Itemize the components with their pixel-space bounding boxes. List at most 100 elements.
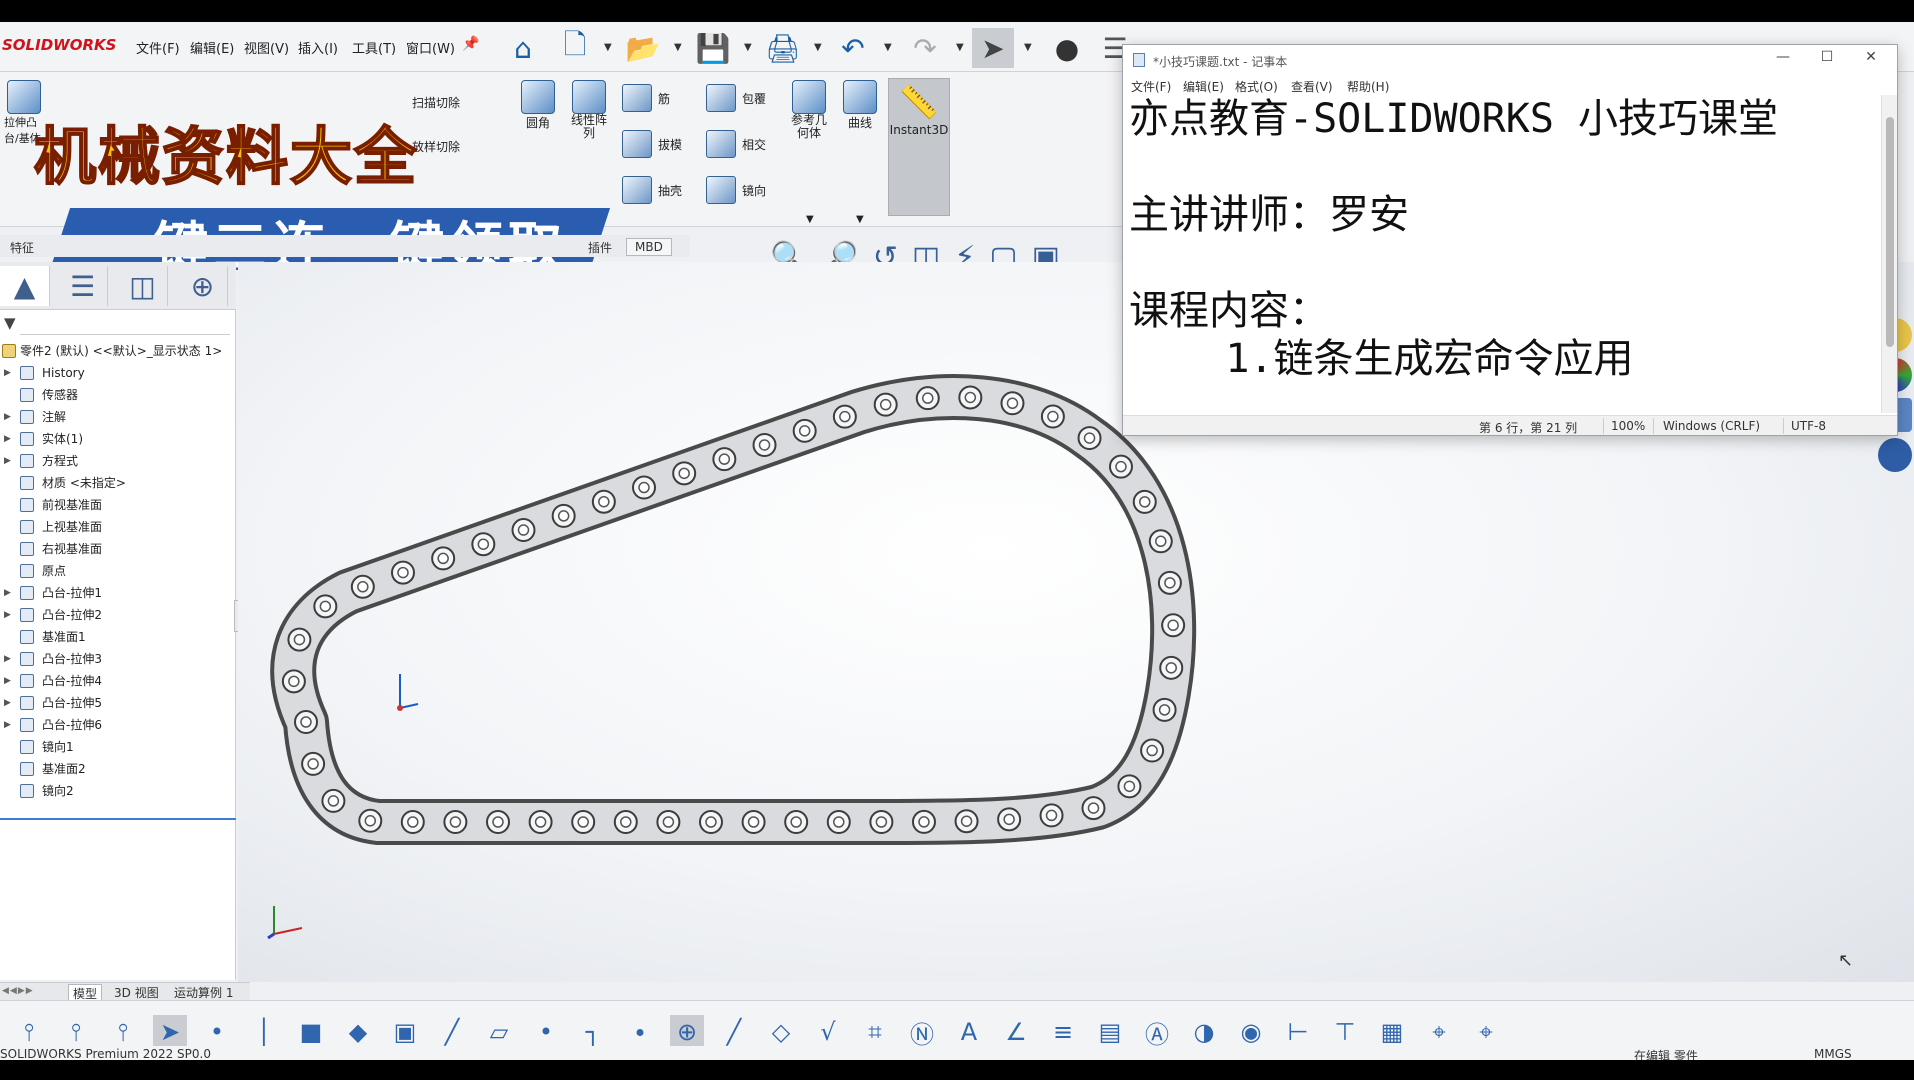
chevron-down-icon[interactable]: ▼ [744, 42, 752, 53]
mirror-button[interactable]: 镜向 [706, 176, 766, 204]
tab-motion-study[interactable]: 运动算例 1 [170, 984, 237, 1001]
fillet-button[interactable]: 圆角 [518, 80, 558, 131]
linear-pattern-button[interactable]: 线性阵列 [566, 80, 612, 140]
tree-node[interactable]: ▶ 凸台-拉伸1 [0, 582, 236, 604]
notepad-menu-file[interactable]: 文件(F) [1131, 78, 1171, 95]
curves-button[interactable]: 曲线 [840, 80, 880, 131]
filter-midpoints-icon[interactable]: ∙ [623, 1015, 657, 1049]
notepad-menu-format[interactable]: 格式(O) [1235, 78, 1278, 95]
filter-cosmetic-threads-icon[interactable]: ≡ [1046, 1015, 1080, 1049]
home-icon[interactable]: ⌂ [502, 28, 544, 68]
expand-arrow-icon[interactable]: ▶ [4, 670, 11, 692]
rebuild-traffic-light-icon[interactable]: ● [1046, 28, 1088, 68]
new-document-icon[interactable]: 🗋 [554, 28, 596, 68]
chevron-down-icon[interactable]: ▼ [1024, 42, 1032, 53]
notepad-titlebar[interactable]: *小技巧课题.txt - 记事本 — ☐ ✕ [1123, 45, 1897, 75]
reference-geometry-button[interactable]: 参考几何体 [786, 80, 832, 140]
chevron-down-icon[interactable]: ▼ [884, 42, 892, 53]
tree-node[interactable]: 镜向1 [0, 736, 236, 758]
menu-window[interactable]: 窗口(W) [406, 38, 455, 57]
filter-notes-icon[interactable]: Ⓝ [905, 1015, 939, 1049]
propertymanager-tab-icon[interactable]: ☰ [58, 266, 108, 306]
tree-node[interactable]: 基准面1 [0, 626, 236, 648]
expand-arrow-icon[interactable]: ▶ [4, 714, 11, 736]
tree-node[interactable]: 右视基准面 [0, 538, 236, 560]
select-pointer-icon[interactable]: ➤ [972, 28, 1014, 68]
close-icon[interactable]: ✕ [1851, 49, 1891, 71]
filter-geometric-tolerance-icon[interactable]: ⌗ [858, 1015, 892, 1049]
tree-node[interactable]: 前视基准面 [0, 494, 236, 516]
maximize-icon[interactable]: ☐ [1807, 49, 1847, 71]
open-icon[interactable]: 📂 [622, 28, 664, 68]
tab-addins[interactable]: 插件 [580, 238, 620, 257]
undo-icon[interactable]: ↶ [832, 28, 874, 68]
notepad-menu-help[interactable]: 帮助(H) [1347, 78, 1389, 95]
filter-centerlines-icon[interactable]: ╱ [717, 1015, 751, 1049]
pin-icon[interactable]: 📌 [462, 36, 479, 52]
tree-node[interactable]: ▶ History [0, 362, 236, 384]
filter-sketch-points-icon[interactable]: • [529, 1015, 563, 1049]
filter-mass-center-icon[interactable]: ◉ [1234, 1015, 1268, 1049]
tree-root[interactable]: 零件2 (默认) <<默认>_显示状态 1> [0, 340, 236, 362]
tree-node[interactable]: ▶ 实体(1) [0, 428, 236, 450]
filter-icon[interactable]: ▼ [4, 314, 16, 332]
filter-dimensions-icon[interactable]: ◇ [764, 1015, 798, 1049]
intersect-button[interactable]: 相交 [706, 130, 766, 158]
redo-icon[interactable]: ↷ [904, 28, 946, 68]
chevron-down-icon[interactable]: ▼ [806, 214, 814, 225]
tree-node[interactable]: 原点 [0, 560, 236, 582]
rollback-bar[interactable] [0, 818, 236, 820]
featuremanager-tab-icon[interactable]: ▲ [0, 266, 50, 306]
shell-button[interactable]: 抽壳 [622, 176, 682, 204]
instant3d-button[interactable]: 📏 Instant3D [888, 78, 950, 216]
chevron-down-icon[interactable]: ▼ [856, 214, 864, 225]
lofted-cut-button[interactable]: 放样切除 [412, 138, 460, 155]
clear-filters-icon[interactable]: ⫯ [106, 1015, 140, 1049]
tree-node[interactable]: ▶ 凸台-拉伸3 [0, 648, 236, 670]
filter-axes-icon[interactable]: ╱ [435, 1015, 469, 1049]
swept-cut-button[interactable]: 扫描切除 [412, 94, 460, 111]
chevron-down-icon[interactable]: ▼ [814, 42, 822, 53]
tree-node[interactable]: ▶ 注解 [0, 406, 236, 428]
notepad-menu-edit[interactable]: 编辑(E) [1183, 78, 1224, 95]
filter-toggle-icon[interactable]: ⫯ [12, 1015, 46, 1049]
expand-arrow-icon[interactable]: ▶ [4, 362, 11, 384]
filter-input[interactable] [20, 334, 230, 335]
chevron-down-icon[interactable]: ▼ [604, 42, 612, 53]
unit-system[interactable]: MMGS [1814, 1047, 1852, 1061]
filter-faces-icon[interactable]: ■ [294, 1015, 328, 1049]
expand-arrow-icon[interactable]: ▶ [4, 648, 11, 670]
filter-blocks-icon[interactable]: ▤ [1093, 1015, 1127, 1049]
tree-node[interactable]: 材质 <未指定> [0, 472, 236, 494]
tab-3d-view[interactable]: 3D 视图 [110, 984, 163, 1001]
draft-button[interactable]: 拔模 [622, 130, 682, 158]
tree-node[interactable]: 上视基准面 [0, 516, 236, 538]
filter-graphics-body-icon[interactable]: ⌖ [1469, 1015, 1503, 1049]
tab-feature[interactable]: 特征 [2, 238, 42, 257]
expand-arrow-icon[interactable]: ▶ [4, 582, 11, 604]
menu-file[interactable]: 文件(F) [136, 38, 180, 57]
filter-center-marks-icon[interactable]: ⊕ [670, 1015, 704, 1049]
notepad-text-area[interactable]: 亦点教育-SOLIDWORKS 小技巧课堂 主讲讲师：罗安 课程内容： 1.链条… [1123, 95, 1881, 413]
tab-nav-arrows-icon[interactable]: ◀◀▶▶ [2, 986, 34, 996]
filter-sketch-segments-icon[interactable]: ┐ [576, 1015, 610, 1049]
menu-insert[interactable]: 插入(I) [298, 38, 338, 57]
chevron-down-icon[interactable]: ▼ [674, 42, 682, 53]
expand-arrow-icon[interactable]: ▶ [4, 406, 11, 428]
filter-routing-points-icon[interactable]: ⊢ [1281, 1015, 1315, 1049]
tree-node[interactable]: 基准面2 [0, 758, 236, 780]
filter-surface-bodies-icon[interactable]: ◆ [341, 1015, 375, 1049]
tree-node[interactable]: 镜向2 [0, 780, 236, 802]
notepad-menu-view[interactable]: 查看(V) [1291, 78, 1333, 95]
tree-node[interactable]: ▶ 凸台-拉伸4 [0, 670, 236, 692]
dimxpert-tab-icon[interactable]: ⊕ [178, 266, 228, 306]
filter-connection-points-icon[interactable]: ⊤ [1328, 1015, 1362, 1049]
filter-toolbar-icon[interactable]: ⫯ [59, 1015, 93, 1049]
filter-solid-bodies-icon[interactable]: ▣ [388, 1015, 422, 1049]
tab-mbd[interactable]: MBD [626, 238, 672, 256]
select-all-filter-icon[interactable]: ➤ [153, 1015, 187, 1049]
notepad-scroll-thumb[interactable] [1886, 117, 1894, 347]
chevron-down-icon[interactable]: ▼ [956, 42, 964, 53]
notepad-scrollbar[interactable] [1881, 95, 1897, 413]
expand-arrow-icon[interactable]: ▶ [4, 428, 11, 450]
